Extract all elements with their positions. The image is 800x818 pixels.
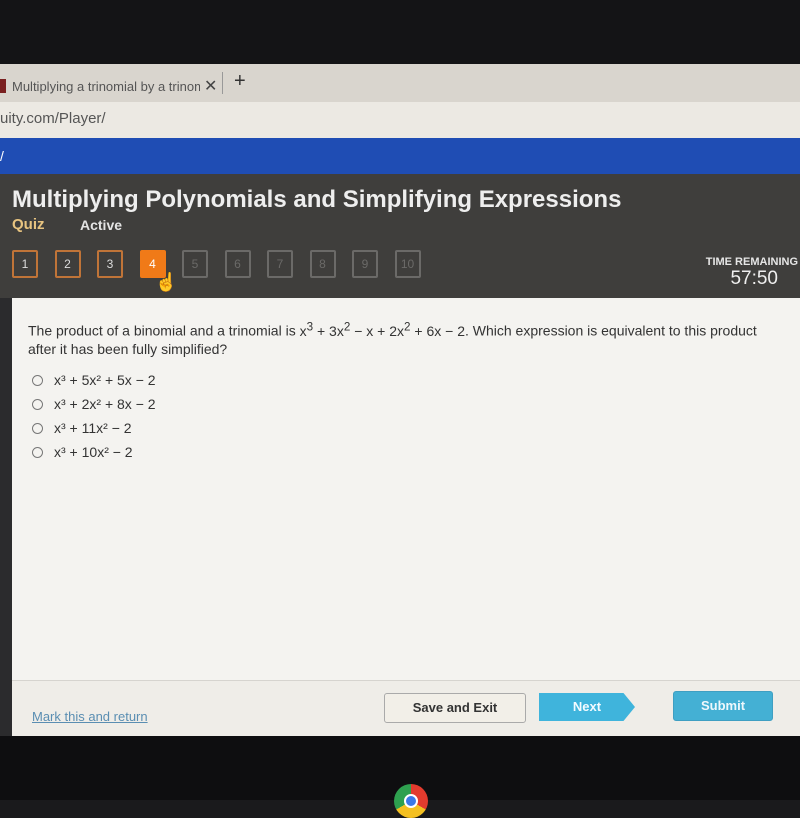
tab-divider: [222, 72, 223, 94]
radio-button[interactable]: [32, 446, 43, 458]
logo-icon: /: [0, 148, 4, 164]
page-title: Multiplying Polynomials and Simplifying …: [12, 186, 622, 213]
answer-choice[interactable]: x³ + 11x² − 2: [32, 416, 156, 440]
hand-cursor-icon: ☝: [155, 272, 178, 292]
submit-button[interactable]: Submit: [673, 691, 773, 721]
activity-status-label: Active: [80, 217, 123, 233]
question-nav-button[interactable]: 6: [224, 250, 251, 278]
mark-and-return-link[interactable]: Mark this and return: [32, 709, 148, 724]
side-panel-handle[interactable]: [0, 298, 12, 736]
question-prefix: The product of a binomial and a trinomia…: [28, 322, 300, 339]
answer-choices: x³ + 5x² + 5x − 2 x³ + 2x² + 8x − 2 x³ +…: [32, 368, 156, 464]
question-nav-button[interactable]: 1: [12, 250, 38, 278]
question-nav-button[interactable]: 10: [394, 250, 421, 278]
address-bar[interactable]: uity.com/Player/: [0, 102, 800, 138]
answer-choice[interactable]: x³ + 10x² − 2: [32, 440, 156, 464]
choice-label: x³ + 10x² − 2: [54, 444, 133, 460]
question-panel: The product of a binomial and a trinomia…: [12, 298, 800, 680]
choice-label: x³ + 5x² + 5x − 2: [54, 372, 156, 388]
close-icon[interactable]: ✕: [204, 76, 217, 96]
next-button[interactable]: Next: [539, 693, 635, 721]
time-remaining-label: TIME REMAINING: [705, 256, 798, 268]
question-text: The product of a binomial and a trinomia…: [28, 318, 768, 358]
plus-icon[interactable]: +: [234, 70, 246, 93]
question-nav-button[interactable]: 2: [54, 250, 81, 278]
activity-type-label: Quiz: [12, 216, 45, 233]
choice-label: x³ + 2x² + 8x − 2: [54, 396, 156, 412]
question-expression: x3 + 3x2 − x + 2x2 + 6x − 2: [299, 320, 465, 339]
answer-choice[interactable]: x³ + 2x² + 8x − 2: [32, 392, 156, 416]
question-nav-button[interactable]: 7: [267, 250, 293, 278]
radio-button[interactable]: [32, 374, 43, 386]
tab-title: Multiplying a trinomial by a trinomial: [12, 78, 200, 94]
answer-choice[interactable]: x³ + 5x² + 5x − 2: [32, 368, 156, 392]
radio-button[interactable]: [32, 422, 43, 434]
chrome-logo-icon: [394, 784, 428, 818]
browser-tab[interactable]: Multiplying a trinomial by a trinomial ✕: [0, 70, 222, 102]
radio-button[interactable]: [32, 398, 43, 410]
question-nav-button[interactable]: 9: [352, 250, 378, 278]
question-nav-button[interactable]: 3: [97, 250, 123, 278]
question-nav-button[interactable]: 8: [309, 250, 336, 278]
monitor-bezel-top: [0, 0, 800, 64]
url-text: uity.com/Player/: [0, 110, 106, 127]
activity-header: Multiplying Polynomials and Simplifying …: [0, 174, 800, 298]
save-and-exit-button[interactable]: Save and Exit: [384, 693, 526, 723]
favicon-icon: [0, 79, 6, 93]
action-bar: Mark this and return Save and Exit Next …: [12, 680, 800, 737]
site-banner: /: [0, 138, 800, 174]
choice-label: x³ + 11x² − 2: [54, 420, 132, 436]
time-remaining-value: 57:50: [730, 268, 778, 289]
question-nav-button[interactable]: 5: [182, 250, 208, 278]
